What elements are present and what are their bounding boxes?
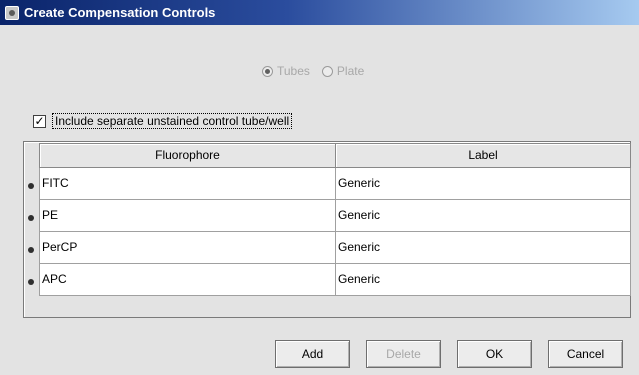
app-icon[interactable] [5, 5, 19, 20]
label-cell[interactable]: Generic [335, 232, 631, 264]
column-header-fluorophore[interactable]: Fluorophore [39, 143, 336, 168]
tubes-radio-label: Tubes [277, 64, 310, 78]
unstained-control-option: ✓ Include separate unstained control tub… [33, 113, 293, 129]
unstained-control-label[interactable]: Include separate unstained control tube/… [52, 113, 293, 129]
column-header-label[interactable]: Label [335, 143, 631, 168]
row-marker-icon [28, 279, 34, 285]
plate-radio[interactable] [321, 65, 333, 77]
fluorophore-cell[interactable]: PerCP [39, 232, 336, 264]
table-row[interactable]: PerCP Generic [39, 232, 631, 264]
label-cell[interactable]: Generic [335, 168, 631, 200]
mode-radio-group: Tubes Plate [262, 64, 376, 78]
table-row[interactable]: FITC Generic [39, 168, 631, 200]
fluorophore-table: Fluorophore Label FITC Generic PE Generi… [23, 141, 631, 318]
row-marker-icon [28, 247, 34, 253]
window-title: Create Compensation Controls [24, 5, 216, 20]
table-row[interactable]: PE Generic [39, 200, 631, 232]
add-button[interactable]: Add [275, 340, 350, 368]
row-marker-icon [28, 215, 34, 221]
label-cell[interactable]: Generic [335, 200, 631, 232]
fluorophore-cell[interactable]: FITC [39, 168, 336, 200]
table-row[interactable]: APC Generic [39, 264, 631, 296]
fluorophore-cell[interactable]: APC [39, 264, 336, 296]
row-header-column [25, 143, 39, 316]
tubes-radio[interactable] [262, 65, 273, 77]
plate-radio-label: Plate [336, 64, 365, 78]
ok-button[interactable]: OK [457, 340, 532, 368]
unstained-control-checkbox[interactable]: ✓ [33, 114, 46, 128]
delete-button[interactable]: Delete [366, 340, 441, 368]
label-cell[interactable]: Generic [335, 264, 631, 296]
cancel-button[interactable]: Cancel [548, 340, 623, 368]
title-bar[interactable]: Create Compensation Controls [0, 0, 639, 25]
row-marker-icon [28, 183, 34, 189]
dialog-buttons: Add Delete OK Cancel [0, 340, 639, 370]
fluorophore-cell[interactable]: PE [39, 200, 336, 232]
